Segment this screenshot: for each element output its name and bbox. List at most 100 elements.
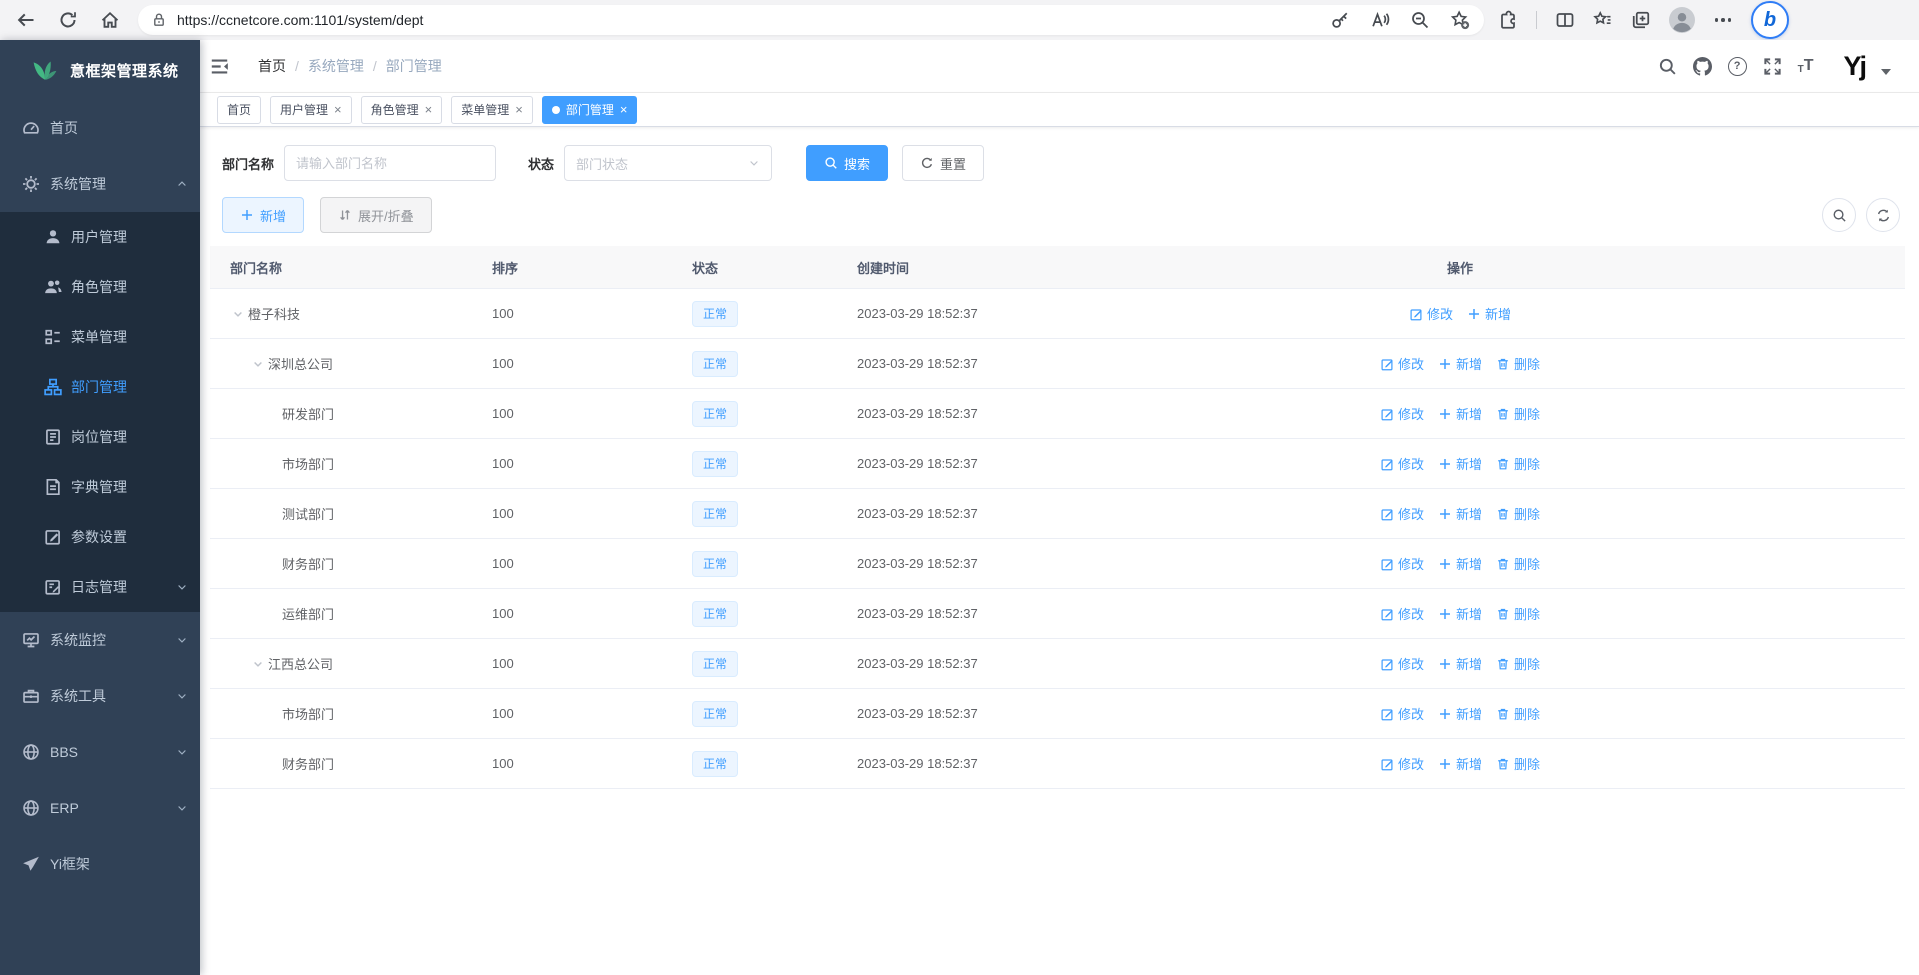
add-link[interactable]: 新增 — [1438, 604, 1482, 623]
sidebar-item-roles[interactable]: 角色管理 — [0, 262, 200, 312]
header-search-icon[interactable] — [1658, 57, 1677, 76]
toggle-search-button[interactable] — [1822, 198, 1856, 232]
sidebar-item-dictionary[interactable]: 字典管理 — [0, 462, 200, 512]
created-time: 2023-03-29 18:52:37 — [845, 656, 1140, 671]
edit-link[interactable]: 修改 — [1380, 754, 1424, 773]
address-bar[interactable]: https://ccnetcore.com:1101/system/dept — [138, 5, 1484, 35]
sidebar-item-departments[interactable]: 部门管理 — [0, 362, 200, 412]
tab-home[interactable]: 首页 — [217, 96, 261, 124]
created-time: 2023-03-29 18:52:37 — [845, 506, 1140, 521]
sidebar-item-home[interactable]: 首页 — [0, 100, 200, 156]
app-logo[interactable]: 意框架管理系统 — [0, 40, 200, 100]
user-logo-avatar[interactable]: Yj — [1843, 53, 1865, 80]
delete-link[interactable]: 删除 — [1496, 504, 1540, 523]
edit-link[interactable]: 修改 — [1380, 354, 1424, 373]
sidebar-item-parameters[interactable]: 参数设置 — [0, 512, 200, 562]
add-link[interactable]: 新增 — [1438, 754, 1482, 773]
add-label: 新增 — [1456, 404, 1482, 423]
delete-label: 删除 — [1514, 504, 1540, 523]
sidebar-item-erp[interactable]: ERP — [0, 780, 200, 836]
delete-link[interactable]: 删除 — [1496, 604, 1540, 623]
delete-link[interactable]: 删除 — [1496, 354, 1540, 373]
edit-link[interactable]: 修改 — [1409, 304, 1453, 323]
breadcrumb-home[interactable]: 首页 — [258, 56, 286, 76]
status-badge: 正常 — [692, 651, 738, 677]
favorites-bar-icon[interactable] — [1593, 10, 1613, 30]
edit-link[interactable]: 修改 — [1380, 704, 1424, 723]
add-link[interactable]: 新增 — [1438, 454, 1482, 473]
font-size-icon[interactable]: TT — [1798, 57, 1814, 75]
edit-link[interactable]: 修改 — [1380, 404, 1424, 423]
tab-users[interactable]: 用户管理 × — [270, 96, 352, 124]
back-icon[interactable] — [16, 10, 36, 30]
extensions-puzzle-icon[interactable] — [1498, 10, 1518, 30]
expand-arrow-icon[interactable] — [230, 306, 246, 322]
add-link[interactable]: 新增 — [1467, 304, 1511, 323]
sidebar-item-system[interactable]: 系统管理 — [0, 156, 200, 212]
sidebar-item-monitor[interactable]: 系统监控 — [0, 612, 200, 668]
delete-link[interactable]: 删除 — [1496, 704, 1540, 723]
sidebar-item-yi-framework[interactable]: Yi框架 — [0, 836, 200, 892]
refresh-table-button[interactable] — [1866, 198, 1900, 232]
tab-departments[interactable]: 部门管理 × — [542, 96, 638, 124]
collections-icon[interactable] — [1631, 10, 1651, 30]
settings-more-icon[interactable] — [1713, 10, 1733, 30]
edit-link[interactable]: 修改 — [1380, 654, 1424, 673]
lock-icon[interactable] — [151, 12, 167, 28]
edit-link[interactable]: 修改 — [1380, 454, 1424, 473]
delete-link[interactable]: 删除 — [1496, 554, 1540, 573]
tab-roles[interactable]: 角色管理 × — [361, 96, 443, 124]
user-menu-caret-icon[interactable] — [1881, 69, 1891, 75]
search-button[interactable]: 搜索 — [806, 145, 888, 181]
add-link[interactable]: 新增 — [1438, 554, 1482, 573]
breadcrumb-section[interactable]: 系统管理 — [308, 56, 364, 76]
edit-link[interactable]: 修改 — [1380, 604, 1424, 623]
tab-close-icon[interactable]: × — [334, 103, 342, 116]
split-screen-icon[interactable] — [1555, 10, 1575, 30]
sidebar-item-logs[interactable]: 日志管理 — [0, 562, 200, 612]
add-link[interactable]: 新增 — [1438, 354, 1482, 373]
status-select[interactable]: 部门状态 — [564, 145, 772, 181]
tab-close-icon[interactable]: × — [515, 103, 523, 116]
sidebar-item-posts[interactable]: 岗位管理 — [0, 412, 200, 462]
add-link[interactable]: 新增 — [1438, 404, 1482, 423]
sidebar-collapse-icon[interactable] — [210, 57, 229, 76]
refresh-icon[interactable] — [58, 10, 78, 30]
add-link[interactable]: 新增 — [1438, 504, 1482, 523]
tab-menus[interactable]: 菜单管理 × — [451, 96, 533, 124]
edit-link[interactable]: 修改 — [1380, 554, 1424, 573]
sidebar-item-menus[interactable]: 菜单管理 — [0, 312, 200, 362]
expand-arrow-icon[interactable] — [250, 656, 266, 672]
sidebar-item-tools[interactable]: 系统工具 — [0, 668, 200, 724]
delete-link[interactable]: 删除 — [1496, 404, 1540, 423]
delete-link[interactable]: 删除 — [1496, 454, 1540, 473]
expand-arrow-icon[interactable] — [250, 356, 266, 372]
bing-chat-icon[interactable]: b — [1751, 1, 1789, 39]
tab-close-icon[interactable]: × — [620, 103, 628, 116]
dept-name: 测试部门 — [282, 504, 334, 523]
delete-link[interactable]: 删除 — [1496, 754, 1540, 773]
reset-button[interactable]: 重置 — [902, 145, 984, 181]
sidebar-item-users[interactable]: 用户管理 — [0, 212, 200, 262]
password-key-icon[interactable] — [1330, 10, 1350, 30]
dept-name-input[interactable] — [284, 145, 496, 181]
add-link[interactable]: 新增 — [1438, 704, 1482, 723]
tab-close-icon[interactable]: × — [425, 103, 433, 116]
help-icon[interactable]: ? — [1728, 57, 1747, 76]
add-link[interactable]: 新增 — [1438, 654, 1482, 673]
url-text[interactable]: https://ccnetcore.com:1101/system/dept — [177, 12, 1330, 28]
edit-link[interactable]: 修改 — [1380, 504, 1424, 523]
github-icon[interactable] — [1693, 57, 1712, 76]
add-dept-button[interactable]: 新增 — [222, 197, 304, 233]
read-aloud-icon[interactable] — [1370, 10, 1390, 30]
delete-link[interactable]: 删除 — [1496, 654, 1540, 673]
dashboard-icon — [22, 119, 40, 137]
menu-tree-icon — [44, 328, 62, 346]
home-icon[interactable] — [100, 10, 120, 30]
sidebar-item-bbs[interactable]: BBS — [0, 724, 200, 780]
expand-collapse-button[interactable]: 展开/折叠 — [320, 197, 432, 233]
zoom-out-icon[interactable] — [1410, 10, 1430, 30]
favorite-star-icon[interactable] — [1450, 10, 1470, 30]
profile-avatar[interactable] — [1669, 7, 1695, 33]
fullscreen-icon[interactable] — [1763, 57, 1782, 76]
